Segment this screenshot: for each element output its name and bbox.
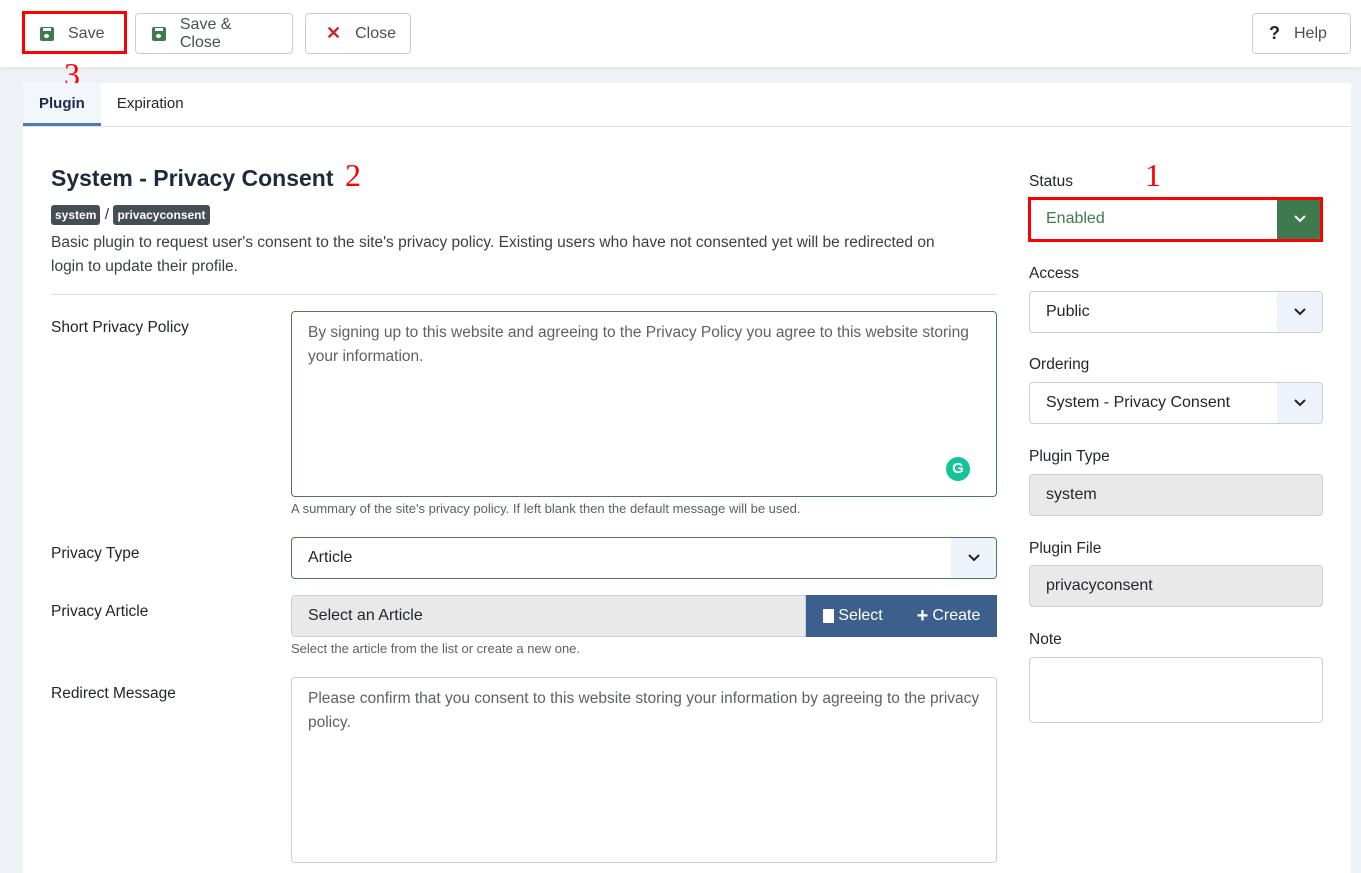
privacy-type-value: Article	[308, 549, 353, 566]
chevron-down-icon	[951, 538, 996, 578]
plugin-file-value: privacyconsent	[1046, 577, 1153, 594]
plugin-file-field: privacyconsent	[1029, 565, 1323, 607]
divider	[51, 294, 997, 295]
privacy-article-input[interactable]: Select an Article	[291, 595, 806, 637]
badge-element: privacyconsent	[113, 205, 210, 225]
grammarly-icon[interactable]: G	[946, 457, 970, 481]
plugin-panel: Plugin Expiration System - Privacy Conse…	[23, 83, 1351, 873]
privacy-type-select[interactable]: Article	[291, 537, 997, 579]
privacy-article-value: Select an Article	[308, 607, 423, 624]
chevron-down-icon	[1277, 292, 1322, 332]
create-article-button[interactable]: + Create	[900, 595, 997, 637]
close-icon: ✕	[326, 23, 342, 43]
ordering-select[interactable]: System - Privacy Consent	[1029, 382, 1323, 424]
chevron-down-icon	[1277, 383, 1322, 423]
create-label: Create	[932, 607, 981, 624]
redirect-message-textarea[interactable]: Please confirm that you consent to this …	[291, 677, 997, 863]
help-button[interactable]: ? Help	[1252, 13, 1351, 54]
annotation-box-1	[1028, 197, 1323, 242]
short-policy-placeholder: By signing up to this website and agreei…	[308, 324, 969, 365]
note-label: Note	[1029, 631, 1062, 648]
select-label: Select	[838, 607, 883, 624]
plugin-type-field: system	[1029, 474, 1323, 516]
tab-bar: Plugin Expiration	[23, 83, 1351, 127]
close-label: Close	[355, 24, 396, 42]
short-policy-help: A summary of the site's privacy policy. …	[291, 501, 801, 516]
badge-folder: system	[51, 205, 101, 225]
close-button[interactable]: ✕ Close	[305, 13, 411, 54]
plugin-type-label: Plugin Type	[1029, 448, 1110, 465]
access-value: Public	[1046, 303, 1090, 320]
annotation-box-3	[22, 11, 127, 54]
ordering-label: Ordering	[1029, 356, 1090, 373]
page-title: System - Privacy Consent	[51, 165, 334, 191]
redirect-message-label: Redirect Message	[51, 685, 176, 702]
privacy-article-label: Privacy Article	[51, 603, 149, 620]
plugin-description: Basic plugin to request user's consent t…	[51, 234, 935, 275]
toolbar: Save Save & Close ✕ Close ? Help	[0, 0, 1361, 67]
access-label: Access	[1029, 265, 1079, 282]
badge-separator: /	[104, 206, 109, 223]
plugin-file-label: Plugin File	[1029, 540, 1102, 557]
tab-expiration[interactable]: Expiration	[101, 83, 200, 126]
annotation-2: 2	[345, 157, 361, 193]
access-select[interactable]: Public	[1029, 291, 1323, 333]
question-icon: ?	[1269, 23, 1280, 43]
privacy-article-field: Select an Article Select + Create	[291, 595, 997, 637]
plugin-badges: system / privacyconsent	[51, 205, 210, 225]
ordering-value: System - Privacy Consent	[1046, 394, 1231, 411]
short-policy-label: Short Privacy Policy	[51, 319, 189, 336]
plus-icon: +	[916, 604, 929, 627]
save-close-label: Save & Close	[179, 15, 232, 51]
save-icon	[152, 26, 166, 41]
short-policy-textarea[interactable]: By signing up to this website and agreei…	[291, 311, 997, 497]
file-icon	[823, 609, 835, 623]
privacy-article-help: Select the article from the list or crea…	[291, 641, 581, 656]
status-label: Status	[1029, 173, 1073, 190]
select-article-button[interactable]: Select	[806, 595, 900, 637]
save-close-button[interactable]: Save & Close	[135, 13, 293, 54]
tab-plugin[interactable]: Plugin	[23, 83, 101, 126]
annotation-1: 1	[1145, 157, 1161, 193]
privacy-type-label: Privacy Type	[51, 545, 140, 562]
note-textarea[interactable]	[1029, 657, 1323, 723]
help-label: Help	[1294, 24, 1327, 42]
plugin-type-value: system	[1046, 486, 1097, 503]
redirect-placeholder: Please confirm that you consent to this …	[308, 690, 980, 731]
